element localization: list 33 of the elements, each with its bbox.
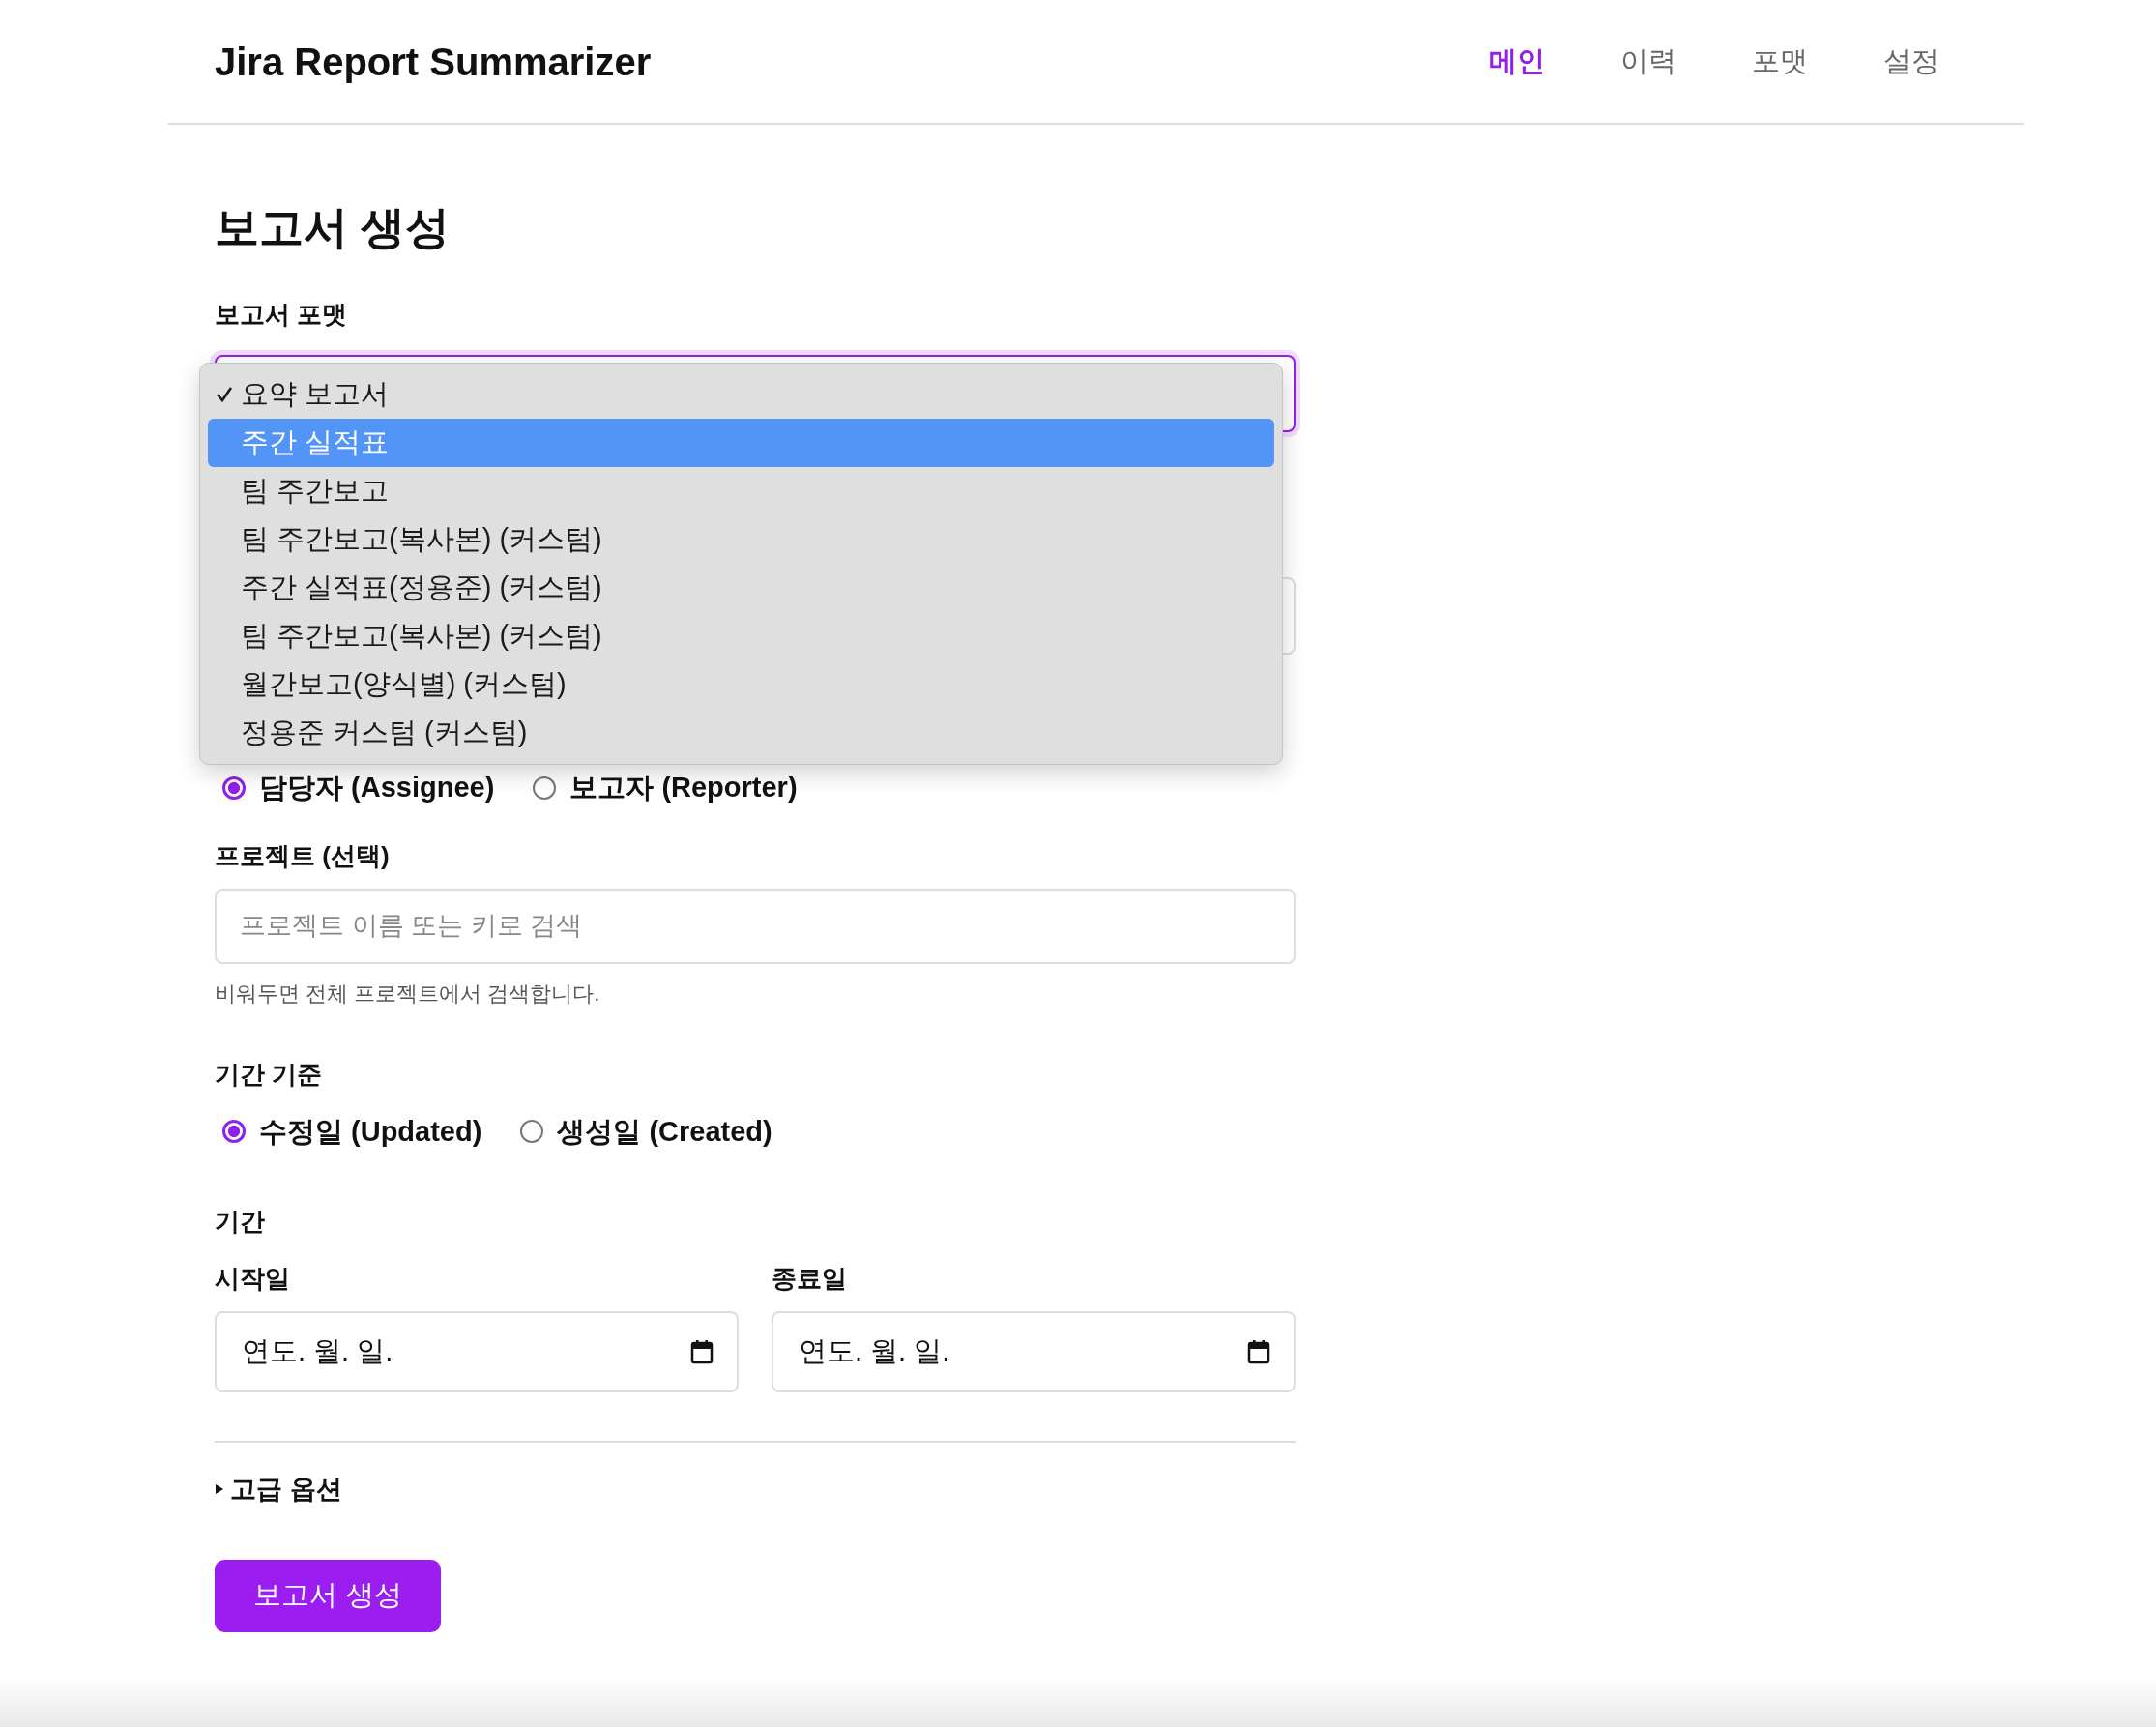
date-field[interactable]: 연도. 월. 일. <box>772 1311 1296 1392</box>
date-field[interactable]: 연도. 월. 일. <box>215 1311 739 1392</box>
dropdown-option[interactable]: 팀 주간보고(복사본) (커스텀) <box>208 515 1274 564</box>
nav-link-item[interactable]: 설정 <box>1846 40 1977 83</box>
generate-report-button[interactable]: 보고서 생성 <box>215 1559 441 1632</box>
field-label: 종료일 <box>772 1263 848 1295</box>
dropdown-option[interactable]: 주간 실적표(정용준) (커스텀) <box>208 564 1274 612</box>
field-label: 기간 <box>215 1206 266 1238</box>
dropdown-option[interactable]: 요약 보고서 <box>208 370 1274 419</box>
nav-link-item[interactable]: 메인 <box>1451 40 1583 83</box>
radio-option[interactable]: 보고자 (Reporter) <box>533 767 798 809</box>
calendar-icon[interactable] <box>1247 1339 1270 1364</box>
help-text: 비워두면 전체 프로젝트에서 검색합니다. <box>215 980 601 1008</box>
disclosure-triangle-icon <box>215 1483 224 1496</box>
dropdown-option[interactable]: 정용준 커스텀 (커스텀) <box>208 709 1274 757</box>
advanced-options-toggle[interactable]: 고급 옵션 <box>215 1470 1296 1509</box>
field-label: 보고서 포맷 <box>215 299 349 331</box>
dropdown-option[interactable]: 월간보고(양식별) (커스텀) <box>208 660 1274 709</box>
page-heading: 보고서 생성 <box>215 201 451 254</box>
app-title: Jira Report Summarizer <box>215 39 652 85</box>
nav-link-item[interactable]: 포맷 <box>1714 40 1846 83</box>
field-label: 기간 기준 <box>215 1058 324 1091</box>
field-label: 프로젝트 (선택) <box>215 839 391 872</box>
nav-link-item[interactable]: 이력 <box>1583 40 1714 83</box>
radio-option[interactable]: 수정일 (Updated) <box>222 1110 482 1153</box>
radio-option[interactable]: 생성일 (Created) <box>520 1110 772 1153</box>
dropdown-option[interactable]: 팀 주간보고 <box>208 467 1274 515</box>
calendar-icon[interactable] <box>690 1339 714 1364</box>
checkmark-icon <box>216 386 233 403</box>
field-label: 시작일 <box>215 1263 291 1295</box>
dropdown-option[interactable]: 팀 주간보고(복사본) (커스텀) <box>208 612 1274 660</box>
radio-option[interactable]: 담당자 (Assignee) <box>222 767 495 809</box>
project-search-field[interactable]: 프로젝트 이름 또는 키로 검색 <box>215 888 1296 964</box>
